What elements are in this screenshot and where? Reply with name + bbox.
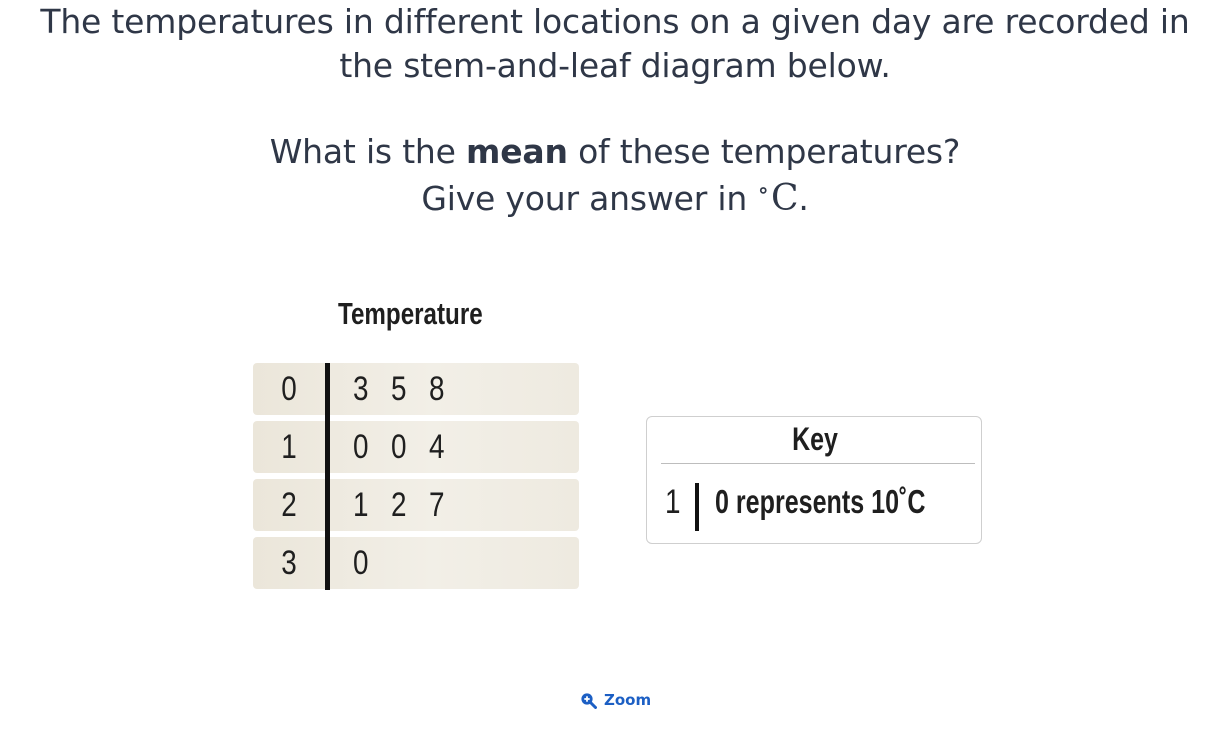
question-emphasis-mean: mean — [466, 132, 568, 171]
stem-leaf-divider — [325, 363, 330, 590]
diagram-title: Temperature — [338, 296, 483, 331]
stem-cell: 0 — [281, 370, 297, 408]
question-line-3-post: of these temperatures? — [567, 132, 961, 171]
key-explanation: 0 represents 10˚C — [715, 483, 926, 520]
key-bar — [695, 483, 699, 531]
degree-symbol: ∘ — [757, 176, 769, 204]
stem-cell: 2 — [281, 486, 297, 524]
zoom-in-icon — [581, 692, 597, 709]
unit-celsius: C — [770, 178, 799, 219]
key-title: Key — [792, 421, 838, 457]
question-line-4-post: . — [798, 179, 809, 218]
leaf-cell: 0 0 4 — [353, 428, 452, 466]
stem-cell: 1 — [281, 428, 297, 466]
zoom-label: Zoom — [604, 691, 652, 709]
question-line-3: What is the mean of these temperatures? — [0, 130, 1230, 174]
key-box: Key 1 0 represents 10˚C — [646, 416, 982, 544]
question-line-4-pre: Give your answer in — [421, 179, 758, 218]
stem-cell: 3 — [281, 544, 297, 582]
question-line-4: Give your answer in ∘C. — [0, 176, 1230, 224]
question-line-3-pre: What is the — [269, 132, 467, 171]
leaf-cell: 0 — [353, 544, 376, 582]
stem-leaf-row: 3 0 — [253, 537, 579, 589]
stem-leaf-row: 2 1 2 7 — [253, 479, 579, 531]
leaf-cell: 3 5 8 — [353, 370, 452, 408]
question-line-1: The temperatures in different locations … — [40, 2, 1190, 41]
key-divider — [661, 463, 975, 464]
stem-leaf-row: 0 3 5 8 — [253, 363, 579, 415]
key-stem: 1 — [665, 483, 681, 521]
zoom-button[interactable]: Zoom — [580, 688, 651, 712]
stem-leaf-row: 1 0 0 4 — [253, 421, 579, 473]
leaf-cell: 1 2 7 — [353, 486, 452, 524]
question-line-2: the stem-and-leaf diagram below. — [339, 46, 891, 85]
